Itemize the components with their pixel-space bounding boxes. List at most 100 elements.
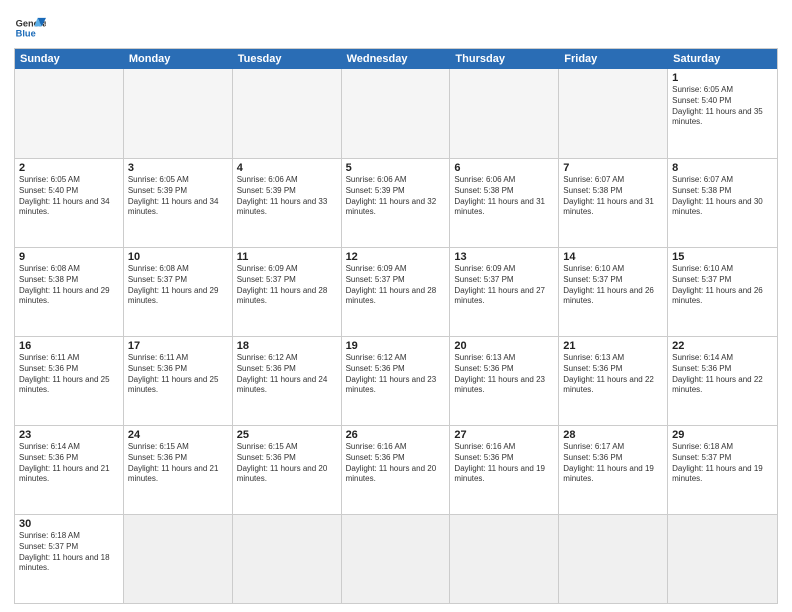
calendar-cell: 29Sunrise: 6:18 AMSunset: 5:37 PMDayligh… xyxy=(668,426,777,514)
calendar-cell xyxy=(233,515,342,603)
day-info: Sunrise: 6:13 AMSunset: 5:36 PMDaylight:… xyxy=(563,353,663,396)
calendar-cell xyxy=(450,515,559,603)
day-info: Sunrise: 6:06 AMSunset: 5:39 PMDaylight:… xyxy=(237,175,337,218)
calendar-cell: 5Sunrise: 6:06 AMSunset: 5:39 PMDaylight… xyxy=(342,159,451,247)
day-number: 7 xyxy=(563,162,663,174)
day-info: Sunrise: 6:15 AMSunset: 5:36 PMDaylight:… xyxy=(237,442,337,485)
calendar-cell: 28Sunrise: 6:17 AMSunset: 5:36 PMDayligh… xyxy=(559,426,668,514)
day-number: 9 xyxy=(19,251,119,263)
calendar-row: 30Sunrise: 6:18 AMSunset: 5:37 PMDayligh… xyxy=(15,514,777,603)
header: General Blue xyxy=(14,10,778,42)
calendar-cell: 4Sunrise: 6:06 AMSunset: 5:39 PMDaylight… xyxy=(233,159,342,247)
day-number: 14 xyxy=(563,251,663,263)
day-info: Sunrise: 6:11 AMSunset: 5:36 PMDaylight:… xyxy=(128,353,228,396)
day-info: Sunrise: 6:09 AMSunset: 5:37 PMDaylight:… xyxy=(346,264,446,307)
calendar-cell: 9Sunrise: 6:08 AMSunset: 5:38 PMDaylight… xyxy=(15,248,124,336)
day-info: Sunrise: 6:16 AMSunset: 5:36 PMDaylight:… xyxy=(454,442,554,485)
day-headers: SundayMondayTuesdayWednesdayThursdayFrid… xyxy=(15,49,777,69)
day-number: 5 xyxy=(346,162,446,174)
day-info: Sunrise: 6:06 AMSunset: 5:39 PMDaylight:… xyxy=(346,175,446,218)
day-info: Sunrise: 6:10 AMSunset: 5:37 PMDaylight:… xyxy=(672,264,773,307)
day-info: Sunrise: 6:05 AMSunset: 5:40 PMDaylight:… xyxy=(672,85,773,128)
calendar-cell xyxy=(233,69,342,158)
calendar-cell xyxy=(342,69,451,158)
day-header: Thursday xyxy=(450,49,559,69)
logo-icon: General Blue xyxy=(14,14,46,42)
day-info: Sunrise: 6:05 AMSunset: 5:39 PMDaylight:… xyxy=(128,175,228,218)
day-header: Saturday xyxy=(668,49,777,69)
calendar-cell: 22Sunrise: 6:14 AMSunset: 5:36 PMDayligh… xyxy=(668,337,777,425)
calendar-cell: 1Sunrise: 6:05 AMSunset: 5:40 PMDaylight… xyxy=(668,69,777,158)
day-number: 24 xyxy=(128,429,228,441)
calendar-cell: 30Sunrise: 6:18 AMSunset: 5:37 PMDayligh… xyxy=(15,515,124,603)
day-number: 19 xyxy=(346,340,446,352)
calendar-row: 2Sunrise: 6:05 AMSunset: 5:40 PMDaylight… xyxy=(15,158,777,247)
day-number: 13 xyxy=(454,251,554,263)
day-info: Sunrise: 6:13 AMSunset: 5:36 PMDaylight:… xyxy=(454,353,554,396)
logo: General Blue xyxy=(14,14,46,42)
day-number: 4 xyxy=(237,162,337,174)
calendar-cell: 20Sunrise: 6:13 AMSunset: 5:36 PMDayligh… xyxy=(450,337,559,425)
calendar-cell: 16Sunrise: 6:11 AMSunset: 5:36 PMDayligh… xyxy=(15,337,124,425)
day-number: 21 xyxy=(563,340,663,352)
day-info: Sunrise: 6:10 AMSunset: 5:37 PMDaylight:… xyxy=(563,264,663,307)
day-number: 11 xyxy=(237,251,337,263)
calendar-row: 1Sunrise: 6:05 AMSunset: 5:40 PMDaylight… xyxy=(15,69,777,158)
day-number: 29 xyxy=(672,429,773,441)
day-header: Wednesday xyxy=(342,49,451,69)
calendar-row: 16 Sunrise: 6:11 AMSunset: 5:36 PMDayligh… xyxy=(15,336,777,425)
calendar-cell xyxy=(559,69,668,158)
day-number: 17 xyxy=(128,340,228,352)
day-info: Sunrise: 6:18 AMSunset: 5:37 PMDaylight:… xyxy=(19,531,119,574)
calendar-cell xyxy=(15,69,124,158)
day-info: Sunrise: 6:14 AMSunset: 5:36 PMDaylight:… xyxy=(19,442,119,485)
day-number: 22 xyxy=(672,340,773,352)
calendar-cell: 18Sunrise: 6:12 AMSunset: 5:36 PMDayligh… xyxy=(233,337,342,425)
calendar-cell: 19Sunrise: 6:12 AMSunset: 5:36 PMDayligh… xyxy=(342,337,451,425)
day-number: 16 xyxy=(19,340,119,352)
calendar-cell: 6Sunrise: 6:06 AMSunset: 5:38 PMDaylight… xyxy=(450,159,559,247)
day-info: Sunrise: 6:07 AMSunset: 5:38 PMDaylight:… xyxy=(563,175,663,218)
calendar-row: 9Sunrise: 6:08 AMSunset: 5:38 PMDaylight… xyxy=(15,247,777,336)
calendar-cell: 7Sunrise: 6:07 AMSunset: 5:38 PMDaylight… xyxy=(559,159,668,247)
day-info: Sunrise: 6:09 AMSunset: 5:37 PMDaylight:… xyxy=(237,264,337,307)
calendar-cell xyxy=(124,515,233,603)
day-info: Sunrise: 6:08 AMSunset: 5:38 PMDaylight:… xyxy=(19,264,119,307)
calendar-cell xyxy=(450,69,559,158)
day-info: Sunrise: 6:07 AMSunset: 5:38 PMDaylight:… xyxy=(672,175,773,218)
day-number: 6 xyxy=(454,162,554,174)
calendar-cell xyxy=(342,515,451,603)
day-info: Sunrise: 6:17 AMSunset: 5:36 PMDaylight:… xyxy=(563,442,663,485)
day-number: 15 xyxy=(672,251,773,263)
calendar-cell xyxy=(559,515,668,603)
calendar-cell: 3Sunrise: 6:05 AMSunset: 5:39 PMDaylight… xyxy=(124,159,233,247)
day-number: 23 xyxy=(19,429,119,441)
day-header: Sunday xyxy=(15,49,124,69)
day-number: 1 xyxy=(672,72,773,84)
calendar: SundayMondayTuesdayWednesdayThursdayFrid… xyxy=(14,48,778,604)
calendar-cell: 21Sunrise: 6:13 AMSunset: 5:36 PMDayligh… xyxy=(559,337,668,425)
day-info: Sunrise: 6:15 AMSunset: 5:36 PMDaylight:… xyxy=(128,442,228,485)
day-header: Tuesday xyxy=(233,49,342,69)
calendar-cell: 13Sunrise: 6:09 AMSunset: 5:37 PMDayligh… xyxy=(450,248,559,336)
calendar-cell: 14Sunrise: 6:10 AMSunset: 5:37 PMDayligh… xyxy=(559,248,668,336)
calendar-cell xyxy=(668,515,777,603)
day-info: Sunrise: 6:06 AMSunset: 5:38 PMDaylight:… xyxy=(454,175,554,218)
calendar-cell: 12Sunrise: 6:09 AMSunset: 5:37 PMDayligh… xyxy=(342,248,451,336)
day-number: 30 xyxy=(19,518,119,530)
day-number: 25 xyxy=(237,429,337,441)
calendar-cell: 26Sunrise: 6:16 AMSunset: 5:36 PMDayligh… xyxy=(342,426,451,514)
day-info: Sunrise: 6:14 AMSunset: 5:36 PMDaylight:… xyxy=(672,353,773,396)
svg-text:Blue: Blue xyxy=(16,28,36,38)
calendar-cell: 23Sunrise: 6:14 AMSunset: 5:36 PMDayligh… xyxy=(15,426,124,514)
calendar-cell: 24Sunrise: 6:15 AMSunset: 5:36 PMDayligh… xyxy=(124,426,233,514)
calendar-grid: 1Sunrise: 6:05 AMSunset: 5:40 PMDaylight… xyxy=(15,69,777,603)
day-info: Sunrise: 6:09 AMSunset: 5:37 PMDaylight:… xyxy=(454,264,554,307)
day-number: 27 xyxy=(454,429,554,441)
day-number: 8 xyxy=(672,162,773,174)
page: General Blue SundayMondayTuesdayWednesda… xyxy=(0,0,792,612)
calendar-cell: 15Sunrise: 6:10 AMSunset: 5:37 PMDayligh… xyxy=(668,248,777,336)
calendar-cell: 10Sunrise: 6:08 AMSunset: 5:37 PMDayligh… xyxy=(124,248,233,336)
day-info: Sunrise: 6:12 AMSunset: 5:36 PMDaylight:… xyxy=(237,353,337,396)
calendar-cell: 8Sunrise: 6:07 AMSunset: 5:38 PMDaylight… xyxy=(668,159,777,247)
